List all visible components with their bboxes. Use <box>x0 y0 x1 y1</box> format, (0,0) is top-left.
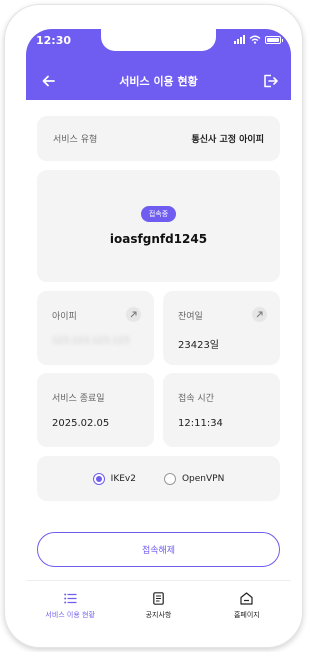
end-date-label: 서비스 종료일 <box>52 394 105 404</box>
logout-button[interactable] <box>262 73 278 89</box>
remaining-days-link-button[interactable] <box>252 307 267 322</box>
arrow-left-icon <box>42 75 55 87</box>
disconnect-button[interactable]: 접속해제 <box>37 532 280 567</box>
home-icon <box>240 591 254 605</box>
status-time: 12:30 <box>36 34 72 47</box>
user-id: ioasfgnfd1245 <box>109 232 208 246</box>
battery-icon <box>265 36 283 44</box>
end-date-value: 2025.02.05 <box>52 418 110 429</box>
connect-time-card: 접속 시간 12:11:34 <box>163 373 280 447</box>
phone-notch <box>101 29 216 51</box>
protocol-option-openvpn[interactable]: OpenVPN <box>163 472 225 485</box>
nav-label: 공지사항 <box>145 611 172 619</box>
remaining-days-card[interactable]: 잔여일 23423일 <box>163 291 280 365</box>
protocol-option-ikev2[interactable]: IKEv2 <box>92 472 136 485</box>
nav-label: 홈페이지 <box>233 611 260 619</box>
remaining-days-value: 23423일 <box>178 340 220 351</box>
main-content: 서비스 유형 통신사 고정 아이피 접속중 ioasfgnfd1245 아이피 … <box>26 100 291 580</box>
phone-frame: 12:30 서비스 이용 현황 서비스 유형 통신사 고정 아이피 접속중 io… <box>4 4 303 648</box>
service-type-value: 통신사 고정 아이피 <box>191 135 264 145</box>
ip-value: 123.123.123.123 <box>52 336 130 346</box>
connect-time-label: 접속 시간 <box>178 394 214 404</box>
ip-link-button[interactable] <box>126 307 141 322</box>
connect-time-value: 12:11:34 <box>178 418 223 429</box>
radio-unchecked-icon <box>163 472 176 485</box>
status-icons <box>234 35 283 44</box>
protocol-selector: IKEv2 OpenVPN <box>37 456 280 501</box>
nav-item-service-status[interactable]: 서비스 이용 현황 <box>26 581 114 635</box>
document-icon <box>151 591 165 605</box>
protocol-label: IKEv2 <box>110 473 136 484</box>
wifi-icon <box>249 35 261 44</box>
connection-status-badge: 접속중 <box>140 206 177 222</box>
logout-icon <box>263 74 278 88</box>
nav-item-notice[interactable]: 공지사항 <box>114 581 202 635</box>
service-type-label: 서비스 유형 <box>53 135 98 145</box>
arrow-up-right-icon <box>256 311 263 318</box>
page-title: 서비스 이용 현황 <box>119 75 198 88</box>
app-screen: 12:30 서비스 이용 현황 서비스 유형 통신사 고정 아이피 접속중 io… <box>26 29 291 635</box>
app-header: 서비스 이용 현황 <box>26 67 291 95</box>
back-button[interactable] <box>40 73 56 89</box>
service-type-card: 서비스 유형 통신사 고정 아이피 <box>37 116 280 161</box>
signal-icon <box>234 35 245 44</box>
radio-checked-icon <box>92 472 105 485</box>
connection-card: 접속중 ioasfgnfd1245 <box>37 170 280 282</box>
nav-label: 서비스 이용 현황 <box>45 611 95 619</box>
bottom-nav: 서비스 이용 현황 공지사항 홈페이지 <box>26 580 291 635</box>
nav-item-homepage[interactable]: 홈페이지 <box>203 581 291 635</box>
list-icon <box>63 591 77 605</box>
end-date-card: 서비스 종료일 2025.02.05 <box>37 373 154 447</box>
protocol-label: OpenVPN <box>181 473 225 484</box>
arrow-up-right-icon <box>130 311 137 318</box>
ip-card[interactable]: 아이피 123.123.123.123 <box>37 291 154 365</box>
